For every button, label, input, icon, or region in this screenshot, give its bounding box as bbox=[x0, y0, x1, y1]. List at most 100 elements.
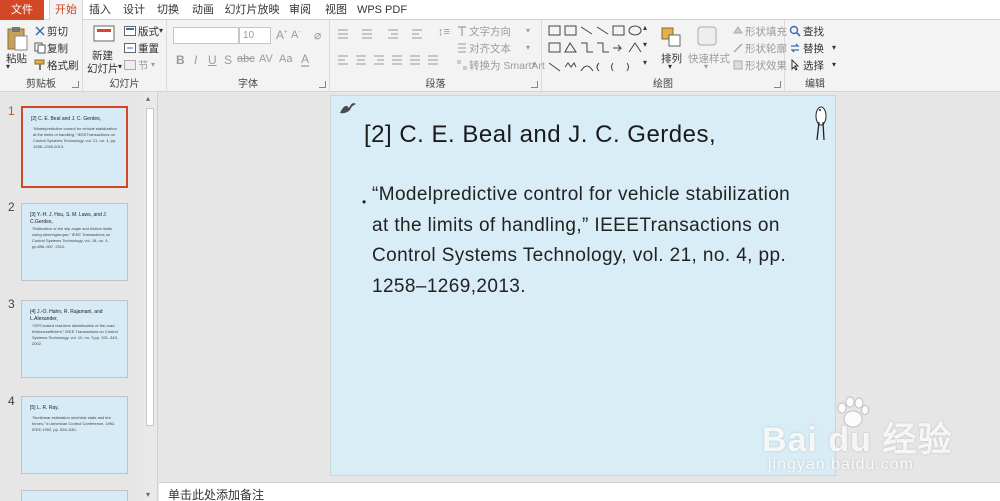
slide-bullet: • bbox=[362, 195, 367, 209]
slide-body-text[interactable]: “Modelpredictive control for vehicle sta… bbox=[372, 180, 792, 302]
shapes-scroll-down-icon[interactable]: ▾ bbox=[643, 40, 647, 49]
current-slide[interactable]: [2] C. E. Beal and J. C. Gerdes, • “Mode… bbox=[330, 95, 836, 476]
slide-number-3: 3 bbox=[8, 297, 15, 311]
select-button[interactable]: 选择 bbox=[803, 58, 824, 73]
shadow-icon[interactable]: S bbox=[224, 53, 232, 67]
text-direction-dropdown-icon[interactable]: ▾ bbox=[526, 26, 530, 35]
notes-placeholder[interactable]: 单击此处添加备注 bbox=[168, 486, 264, 501]
select-dropdown-icon[interactable]: ▾ bbox=[832, 60, 836, 69]
slide-thumbnail-3[interactable]: [4] J.-O. Hahn, R. Rajamani, and L.Alexa… bbox=[21, 300, 128, 378]
shape-effects-button[interactable]: 形状效果 bbox=[745, 58, 787, 73]
char-spacing-icon[interactable]: AV bbox=[259, 53, 273, 65]
quick-styles-dropdown-icon[interactable]: ▾ bbox=[704, 62, 708, 71]
replace-icon bbox=[790, 43, 800, 53]
reset-button[interactable]: 重置 bbox=[138, 41, 159, 56]
replace-dropdown-icon[interactable]: ▾ bbox=[832, 43, 836, 52]
scissors-icon bbox=[35, 26, 45, 36]
tab-slideshow[interactable]: 幻灯片放映 bbox=[223, 0, 281, 20]
tab-design[interactable]: 设计 bbox=[119, 0, 149, 20]
tab-home[interactable]: 开始 bbox=[49, 0, 83, 21]
ribbon-tab-bar: 文件 开始 插入 设计 切换 动画 幻灯片放映 审阅 视图 WPS PDF bbox=[0, 0, 1000, 21]
tab-wps-pdf[interactable]: WPS PDF bbox=[356, 0, 408, 20]
watermark-url: jingyan.baidu.com bbox=[768, 456, 914, 473]
shape-effects-icon bbox=[733, 60, 743, 70]
bold-icon[interactable]: B bbox=[176, 53, 185, 67]
quick-styles-icon bbox=[697, 26, 717, 46]
thumbnail-title: [5] L. R. Ray, bbox=[30, 405, 59, 411]
font-color-icon[interactable]: A bbox=[301, 53, 310, 67]
slide-thumbnail-4[interactable]: [5] L. R. Ray, “Nonlinear estimation ofv… bbox=[21, 396, 128, 474]
shrink-font-icon[interactable]: A- bbox=[291, 29, 300, 41]
slides-group: 新建 幻灯片 ▾ 版式 ▾ 重置 节 ▾ 幻灯片 bbox=[83, 20, 167, 92]
drawing-group: ▴ ▾ ▾ 排列 ▾ 快速样式 ▾ 形状填充 形状轮廓 形状效果 绘图 bbox=[542, 20, 787, 92]
shapes-gallery-icon[interactable] bbox=[547, 24, 657, 74]
section-dropdown-icon[interactable]: ▾ bbox=[151, 60, 155, 69]
cut-button[interactable]: 剪切 bbox=[47, 24, 68, 39]
shapes-more-icon[interactable]: ▾ bbox=[643, 58, 647, 67]
thumbnail-body: “Nonlinear estimation ofvehicle state an… bbox=[32, 415, 116, 432]
slide-thumbnail-2[interactable]: [3] Y.-H. J. Hsu, S. M. Laws, and J. C.G… bbox=[21, 203, 128, 281]
tab-review[interactable]: 审阅 bbox=[285, 0, 315, 20]
slide-thumbnail-5-partial[interactable] bbox=[21, 490, 128, 501]
scroll-up-icon[interactable]: ▴ bbox=[146, 94, 150, 103]
find-button[interactable]: 查找 bbox=[803, 24, 824, 39]
smartart-icon bbox=[457, 60, 467, 70]
line-spacing-icon[interactable]: ↕≡ bbox=[438, 26, 450, 38]
smartart-dropdown-icon[interactable]: ▾ bbox=[532, 60, 536, 69]
arrange-dropdown-icon[interactable]: ▾ bbox=[668, 62, 672, 71]
align-text-icon bbox=[458, 43, 466, 53]
thumbnail-title: [3] Y.-H. J. Hsu, S. M. Laws, and J. C.G… bbox=[30, 212, 108, 225]
font-size-input[interactable]: 10 bbox=[239, 27, 271, 44]
layout-button[interactable]: 版式 bbox=[138, 24, 159, 39]
tab-transitions[interactable]: 切换 bbox=[153, 0, 183, 20]
font-family-input[interactable] bbox=[173, 27, 239, 44]
tab-file[interactable]: 文件 bbox=[0, 0, 44, 20]
layout-dropdown-icon[interactable]: ▾ bbox=[159, 26, 163, 35]
clear-format-icon[interactable]: ⌀ bbox=[314, 28, 321, 42]
tab-animations[interactable]: 动画 bbox=[188, 0, 218, 20]
align-text-button[interactable]: 对齐文本 bbox=[469, 41, 511, 56]
text-direction-button[interactable]: 文字方向 bbox=[469, 24, 511, 39]
shape-fill-button[interactable]: 形状填充 bbox=[745, 24, 787, 39]
drawing-launcher-icon[interactable] bbox=[774, 81, 781, 88]
baidu-watermark: Bai du 经验 jingyan.baidu.com bbox=[762, 396, 962, 488]
drawing-group-label: 绘图 bbox=[653, 79, 673, 90]
bird-decoration-icon bbox=[340, 103, 356, 114]
section-icon bbox=[124, 60, 136, 70]
change-case-icon[interactable]: Aa bbox=[279, 53, 292, 65]
copy-button[interactable]: 复制 bbox=[47, 41, 68, 56]
tab-view[interactable]: 视图 bbox=[321, 0, 351, 20]
tab-insert[interactable]: 插入 bbox=[85, 0, 115, 20]
paragraph-launcher-icon[interactable] bbox=[531, 81, 538, 88]
paste-dropdown-icon[interactable]: ▾ bbox=[6, 62, 10, 71]
font-group-label: 字体 bbox=[238, 79, 258, 90]
slide-title[interactable]: [2] C. E. Beal and J. C. Gerdes, bbox=[364, 121, 716, 149]
section-button[interactable]: 节 bbox=[138, 58, 149, 73]
thumbnail-scroll-thumb[interactable] bbox=[146, 108, 154, 426]
grow-font-icon[interactable]: A+ bbox=[276, 28, 288, 42]
slide-thumbnail-1[interactable]: [2] C. E. Beal and J. C. Gerdes, “Modelp… bbox=[21, 106, 128, 188]
alignment-icons bbox=[338, 55, 438, 65]
strikethrough-icon[interactable]: abc bbox=[237, 53, 255, 65]
italic-icon[interactable]: I bbox=[194, 53, 197, 67]
font-launcher-icon[interactable] bbox=[319, 81, 326, 88]
new-slide-label[interactable]: 幻灯片 bbox=[87, 61, 119, 76]
thumbnail-body: “Estimation of tire slip angle and frict… bbox=[32, 226, 113, 249]
shapes-scroll-up-icon[interactable]: ▴ bbox=[643, 23, 647, 32]
underline-icon[interactable]: U bbox=[208, 53, 217, 67]
slide-number-4: 4 bbox=[8, 394, 15, 408]
copy-icon bbox=[34, 42, 46, 54]
quick-styles-button[interactable]: 快速样式 bbox=[688, 51, 730, 66]
format-painter-button[interactable]: 格式刷 bbox=[47, 58, 79, 73]
slides-group-label: 幻灯片 bbox=[109, 79, 140, 90]
clipboard-launcher-icon[interactable] bbox=[72, 81, 79, 88]
bird-perched-icon bbox=[815, 106, 827, 141]
replace-button[interactable]: 替换 bbox=[803, 41, 824, 56]
align-text-dropdown-icon[interactable]: ▾ bbox=[526, 43, 530, 52]
new-slide-dropdown-icon[interactable]: ▾ bbox=[118, 62, 122, 71]
shape-outline-icon bbox=[733, 43, 743, 53]
shape-outline-button[interactable]: 形状轮廓 bbox=[745, 41, 787, 56]
find-icon bbox=[789, 25, 801, 37]
scroll-down-icon[interactable]: ▾ bbox=[146, 490, 150, 499]
clipboard-group-label: 剪贴板 bbox=[26, 79, 56, 90]
